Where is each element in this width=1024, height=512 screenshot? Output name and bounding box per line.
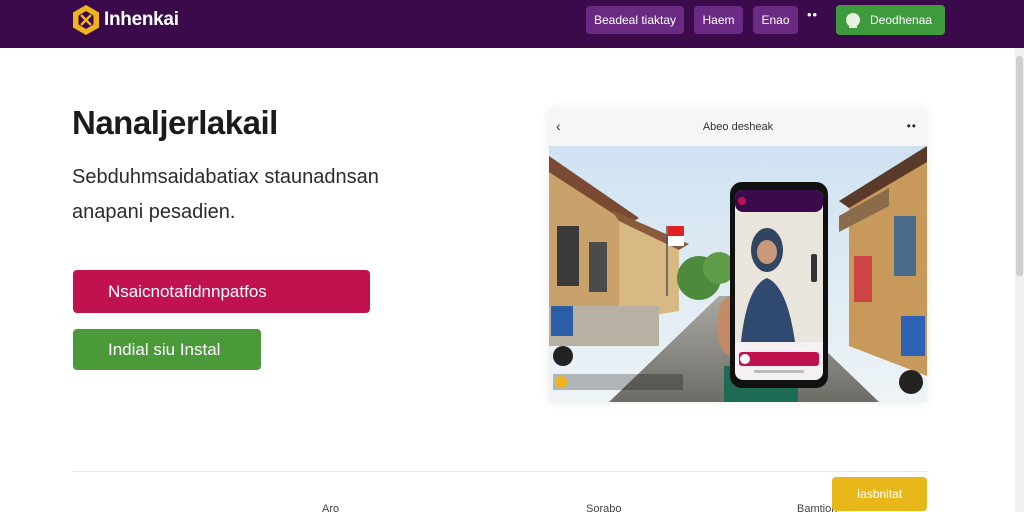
- install-button[interactable]: Iasbnitat: [832, 477, 927, 511]
- nav-button-2[interactable]: Haem: [694, 6, 743, 34]
- app-preview-card: ‹ Abeo desheak ••: [549, 109, 927, 402]
- hero-title: Nanaljerlakail: [72, 104, 278, 141]
- primary-cta-button[interactable]: Nsaicnotafidnnpatfos: [73, 270, 370, 313]
- preview-title-bar: ‹ Abeo desheak ••: [549, 109, 927, 146]
- nav-button-3[interactable]: Enao: [753, 6, 798, 34]
- brand-logo-icon[interactable]: [72, 4, 100, 36]
- hero-subtitle: Sebduhmsaidabatiax staunadnsan anapani p…: [72, 166, 379, 223]
- nav-button-1[interactable]: Beadeal tiaktay: [586, 6, 684, 34]
- preview-title: Abeo desheak: [702, 121, 774, 133]
- more-icon[interactable]: ••: [907, 119, 917, 133]
- brand-name[interactable]: Inhenkai: [104, 9, 179, 31]
- footer-link-2[interactable]: Sorabo: [586, 503, 621, 512]
- scrollbar-thumb[interactable]: [1016, 56, 1023, 276]
- footer-link-1[interactable]: Aro: [322, 503, 339, 512]
- top-navigation-bar: Inhenkai Beadeal tiaktay Haem Enao •• De…: [0, 0, 1024, 48]
- user-icon: [846, 13, 860, 28]
- install-cta-button[interactable]: Indial siu Instal: [73, 329, 261, 370]
- sign-in-button[interactable]: Deodhenaa: [836, 5, 945, 35]
- street-photo-with-phone: [549, 146, 927, 402]
- more-menu-icon[interactable]: ••: [807, 7, 818, 22]
- footer-divider: [72, 471, 927, 472]
- sign-in-label: Deodhenaa: [870, 13, 933, 27]
- page-scrollbar[interactable]: [1015, 48, 1024, 512]
